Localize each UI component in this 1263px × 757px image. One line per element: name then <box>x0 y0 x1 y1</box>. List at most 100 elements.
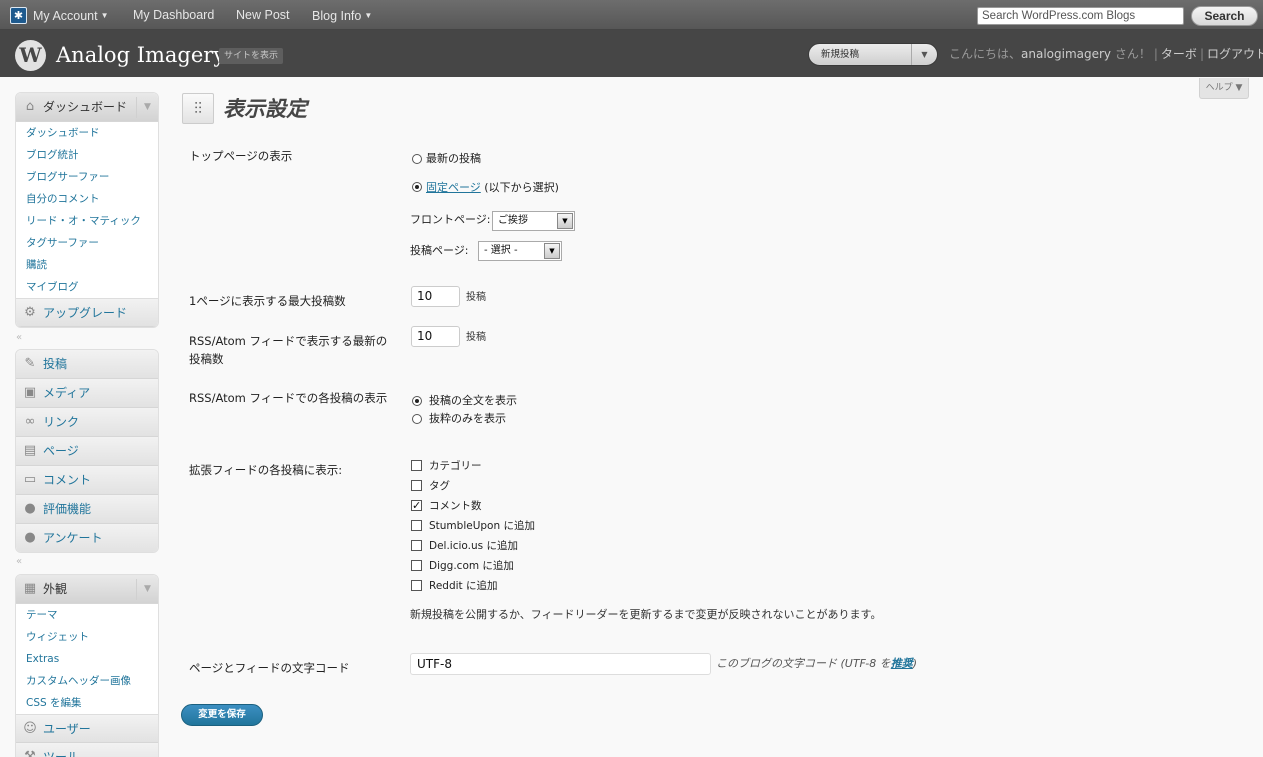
radio-latest-posts[interactable] <box>412 154 422 164</box>
radio-static-page[interactable] <box>412 182 422 192</box>
chevron-down-icon: ▼ <box>100 11 109 20</box>
menu-posts[interactable]: ✎ 投稿 <box>16 350 158 379</box>
submenu-edit-css[interactable]: CSS を編集 <box>16 692 158 714</box>
menu-comments[interactable]: ▭ コメント <box>16 466 158 495</box>
favorite-actions-dropdown[interactable]: 新規投稿 ▼ <box>808 43 938 66</box>
submenu-custom-header[interactable]: カスタムヘッダー画像 <box>16 670 158 692</box>
checkbox-label: コメント数 <box>429 500 482 512</box>
checkbox[interactable] <box>411 460 422 471</box>
submenu-extras[interactable]: Extras <box>16 648 158 670</box>
menu-upgrade-label: アップグレード <box>43 306 128 320</box>
submenu-blog-surfer[interactable]: ブログサーファー <box>16 166 158 188</box>
menu-appearance-label: 外観 <box>43 582 68 596</box>
submenu-readomattic[interactable]: リード・オ・マティック <box>16 210 158 232</box>
static-page-link[interactable]: 固定ページ <box>426 181 481 194</box>
posts-per-rss-input[interactable]: 10 <box>411 326 460 347</box>
comment-icon: ▭ <box>23 472 37 487</box>
menu-polls[interactable]: ● アンケート <box>16 524 158 552</box>
tools-icon: ⚒ <box>24 749 36 757</box>
collapse-separator[interactable]: « <box>16 332 22 343</box>
submenu-dashboard[interactable]: ダッシュボード <box>16 122 158 144</box>
polls-icon: ● <box>24 530 36 545</box>
submenu-blog-stats[interactable]: ブログ統計 <box>16 144 158 166</box>
chevron-down-icon[interactable]: ▼ <box>136 97 158 118</box>
charset-recommended-link[interactable]: 推奨 <box>891 657 913 670</box>
users-icon: ☺ <box>23 721 37 736</box>
separator: | <box>1153 47 1158 61</box>
wordpress-logo-icon[interactable]: ✱ <box>10 7 27 24</box>
appearance-menu-group: ▦ 外観 ▼ テーマ ウィジェット Extras カスタムヘッダー画像 CSS … <box>15 574 159 757</box>
posts-page-select-value: - 選択 - <box>484 245 518 256</box>
turbo-link[interactable]: ターボ <box>1161 47 1197 61</box>
checkbox[interactable] <box>411 580 422 591</box>
checkbox[interactable]: ✓ <box>411 500 422 511</box>
site-title[interactable]: Analog Imagery <box>56 41 225 69</box>
my-account-label: My Account <box>33 9 98 23</box>
menu-media[interactable]: ▣ メディア <box>16 379 158 408</box>
menu-dashboard-label: ダッシュボード <box>43 100 128 114</box>
checkbox[interactable] <box>411 520 422 531</box>
pages-icon: ▤ <box>23 443 37 458</box>
menu-ratings[interactable]: ● 評価機能 <box>16 495 158 524</box>
checkbox[interactable] <box>411 540 422 551</box>
submenu-themes[interactable]: テーマ <box>16 604 158 626</box>
my-dashboard-link[interactable]: My Dashboard <box>133 0 214 30</box>
new-post-link[interactable]: New Post <box>236 0 290 30</box>
menu-tools-label: ツール <box>43 750 80 757</box>
submenu-my-blogs[interactable]: マイブログ <box>16 276 158 298</box>
chevron-down-icon: ▼ <box>544 243 560 259</box>
dashboard-submenu: ダッシュボード ブログ統計 ブログサーファー 自分のコメント リード・オ・マティ… <box>16 122 158 298</box>
posts-per-page-unit: 投稿 <box>466 292 486 303</box>
checkbox[interactable] <box>411 560 422 571</box>
menu-posts-label: 投稿 <box>43 357 68 371</box>
separator: | <box>1199 47 1204 61</box>
submenu-widgets[interactable]: ウィジェット <box>16 626 158 648</box>
menu-comments-label: コメント <box>43 473 92 487</box>
appearance-submenu: テーマ ウィジェット Extras カスタムヘッダー画像 CSS を編集 <box>16 604 158 714</box>
menu-pages-label: ページ <box>43 444 79 458</box>
search-button[interactable]: Search <box>1191 6 1258 26</box>
menu-dashboard[interactable]: ⌂ ダッシュボード ▼ <box>16 93 158 122</box>
submenu-subscriptions[interactable]: 購読 <box>16 254 158 276</box>
charset-input[interactable]: UTF-8 <box>410 653 711 675</box>
chevron-down-icon[interactable]: ▼ <box>911 44 937 65</box>
radio-summary[interactable] <box>412 414 422 424</box>
rss-display-label: RSS/Atom フィードでの各投稿の表示 <box>189 391 388 405</box>
radio-summary-label: 抜粋のみを表示 <box>429 412 506 425</box>
my-account-menu[interactable]: My Account ▼ <box>33 0 109 30</box>
menu-tools[interactable]: ⚒ ツール <box>16 743 158 757</box>
logout-link[interactable]: ログアウト <box>1207 47 1263 61</box>
home-icon: ⌂ <box>25 99 35 114</box>
checkbox-label: Reddit に追加 <box>429 580 498 592</box>
submenu-tag-surfer[interactable]: タグサーファー <box>16 232 158 254</box>
chevron-down-icon[interactable]: ▼ <box>136 579 158 600</box>
posts-page-select-label: 投稿ページ: <box>410 244 469 257</box>
username-link[interactable]: analogimagery <box>1021 47 1111 61</box>
menu-users[interactable]: ☺ ユーザー <box>16 714 158 743</box>
radio-full-text[interactable] <box>412 396 422 406</box>
chevron-down-icon: ▼ <box>364 11 373 20</box>
menu-upgrade[interactable]: ⚙ アップグレード <box>16 298 158 327</box>
checkbox-label: Digg.com に追加 <box>429 560 514 572</box>
submenu-my-comments[interactable]: 自分のコメント <box>16 188 158 210</box>
posts-per-page-input[interactable]: 10 <box>411 286 460 307</box>
search-input[interactable]: Search WordPress.com Blogs <box>977 7 1184 25</box>
radio-latest-posts-label: 最新の投稿 <box>426 152 481 165</box>
checkbox[interactable] <box>411 480 422 491</box>
collapse-separator[interactable]: « <box>16 556 22 567</box>
checkbox-label: Del.icio.us に追加 <box>429 540 518 552</box>
greeting-suffix: さん！ <box>1111 47 1151 61</box>
help-label: ヘルプ <box>1205 83 1233 93</box>
menu-appearance[interactable]: ▦ 外観 ▼ <box>16 575 158 604</box>
save-changes-button[interactable]: 変更を保存 <box>181 704 263 726</box>
menu-links[interactable]: ∞ リンク <box>16 408 158 437</box>
posts-page-select[interactable]: - 選択 - ▼ <box>478 241 562 261</box>
wordpress-logo-icon: W <box>15 40 46 71</box>
charset-note-suffix: ) <box>912 657 918 670</box>
front-page-select-label: フロントページ: <box>410 213 491 226</box>
front-page-select[interactable]: ご挨拶 ▼ <box>492 211 575 231</box>
blog-info-menu[interactable]: Blog Info ▼ <box>312 0 372 30</box>
menu-pages[interactable]: ▤ ページ <box>16 437 158 466</box>
view-site-button[interactable]: サイトを表示 <box>219 48 284 64</box>
help-tab[interactable]: ヘルプ ▼ <box>1199 78 1249 99</box>
